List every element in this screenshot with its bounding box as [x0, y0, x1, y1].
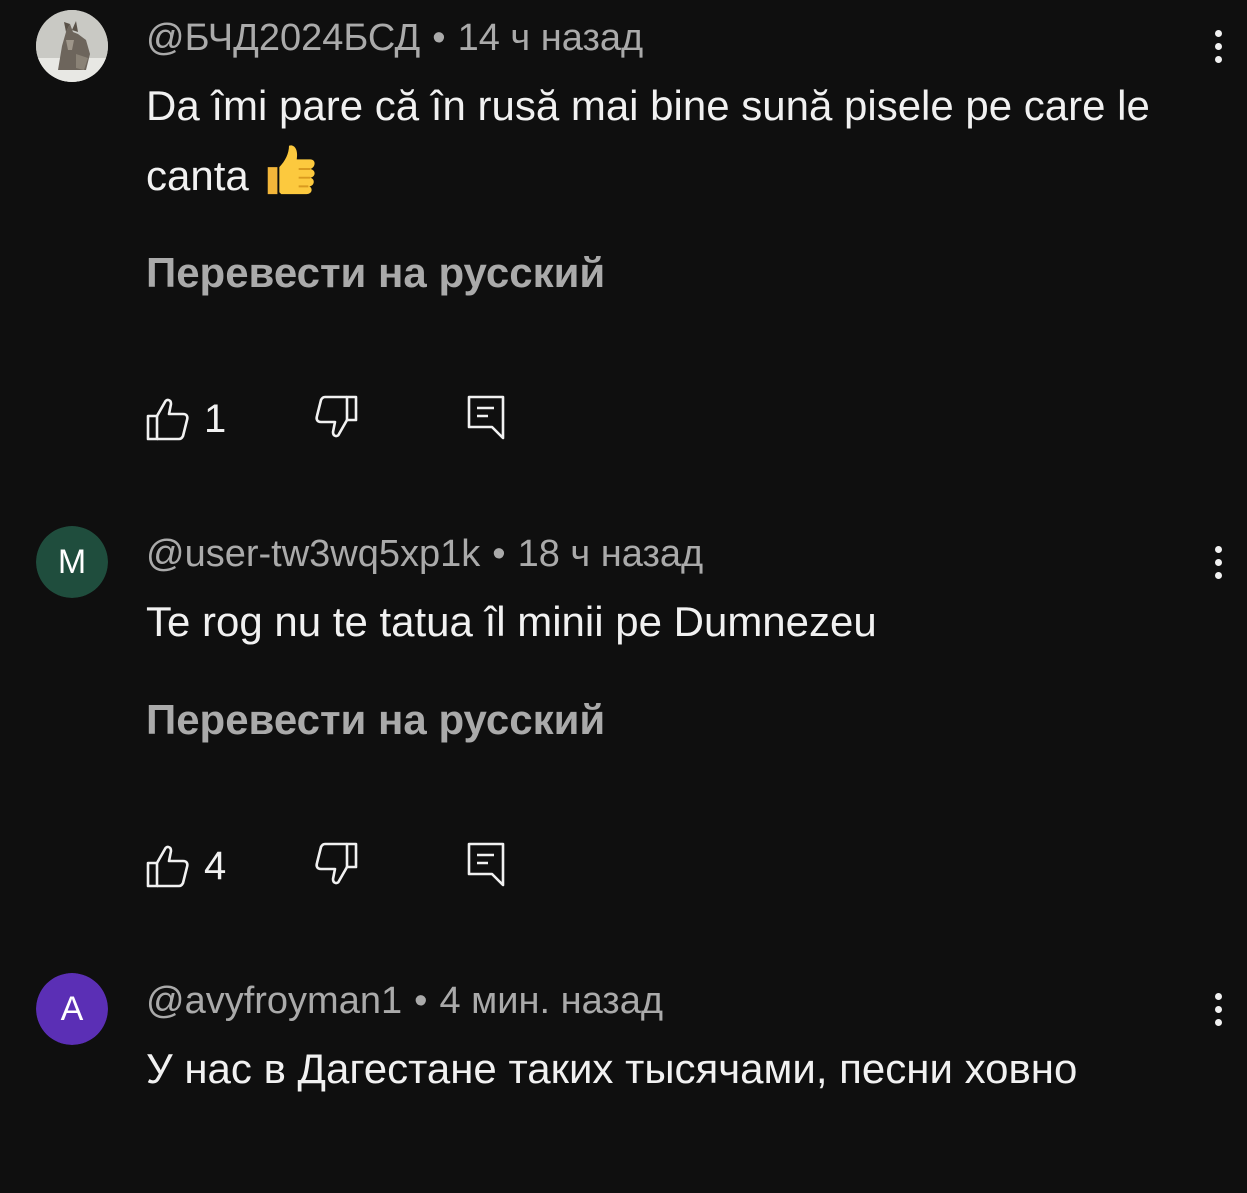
dislike-button[interactable] — [314, 841, 358, 887]
comment-text: Te rog nu te tatua îl minii pe Dumnezeu — [146, 587, 1186, 656]
thumb-down-outline-icon — [315, 395, 358, 438]
like-count: 4 — [204, 844, 227, 888]
comment-text: Da îmi pare că în rusă mai bine sună pis… — [146, 71, 1186, 210]
avatar[interactable] — [36, 10, 108, 82]
more-vertical-icon[interactable] — [1196, 24, 1240, 68]
author-name[interactable]: @avyfroyman1 — [146, 980, 402, 1022]
avatar[interactable]: A — [36, 973, 108, 1045]
avatar-letter-circle: M — [36, 526, 108, 598]
dislike-button[interactable] — [314, 394, 358, 440]
comment-text-content: У нас в Дагестане таких тысячами, песни … — [146, 1045, 1078, 1092]
comment-meta: @БЧД2024БСД • 14 ч назад — [146, 16, 643, 60]
translate-link[interactable]: Перевести на русский — [146, 695, 605, 745]
timestamp: 18 ч назад — [517, 533, 704, 575]
more-vertical-icon[interactable] — [1196, 987, 1240, 1031]
separator-dot: • — [432, 17, 446, 59]
comment-text: У нас в Дагестане таких тысячами, песни … — [146, 1034, 1186, 1103]
author-name[interactable]: @БЧД2024БСД — [146, 17, 420, 59]
like-button[interactable]: 4 — [146, 841, 226, 891]
comment-text-content: Te rog nu te tatua îl minii pe Dumnezeu — [146, 598, 877, 645]
avatar-letter: A — [60, 989, 84, 1028]
thumbs-up-emoji-icon — [268, 145, 316, 195]
reply-comment-icon — [467, 395, 505, 440]
author-name[interactable]: @user-tw3wq5xp1k — [146, 533, 480, 575]
translate-link[interactable]: Перевести на русский — [146, 248, 605, 298]
comment-meta: @user-tw3wq5xp1k • 18 ч назад — [146, 532, 703, 576]
separator-dot: • — [492, 533, 506, 575]
avatar[interactable]: M — [36, 526, 108, 598]
timestamp: 4 мин. назад — [439, 980, 664, 1022]
wolf-avatar-image — [36, 10, 108, 82]
thumb-down-outline-icon — [315, 842, 358, 885]
avatar-letter-circle: A — [36, 973, 108, 1045]
comment-meta: @avyfroyman1 • 4 мин. назад — [146, 979, 663, 1023]
reply-button[interactable] — [466, 394, 506, 440]
like-button[interactable]: 1 — [146, 394, 226, 444]
reply-button[interactable] — [466, 841, 506, 887]
thumb-up-outline-icon — [146, 398, 189, 441]
like-count: 1 — [204, 397, 227, 441]
timestamp: 14 ч назад — [457, 17, 644, 59]
thumb-up-outline-icon — [146, 845, 189, 888]
avatar-letter: M — [57, 542, 87, 581]
separator-dot: • — [414, 980, 428, 1022]
more-vertical-icon[interactable] — [1196, 540, 1240, 584]
reply-comment-icon — [467, 842, 505, 887]
